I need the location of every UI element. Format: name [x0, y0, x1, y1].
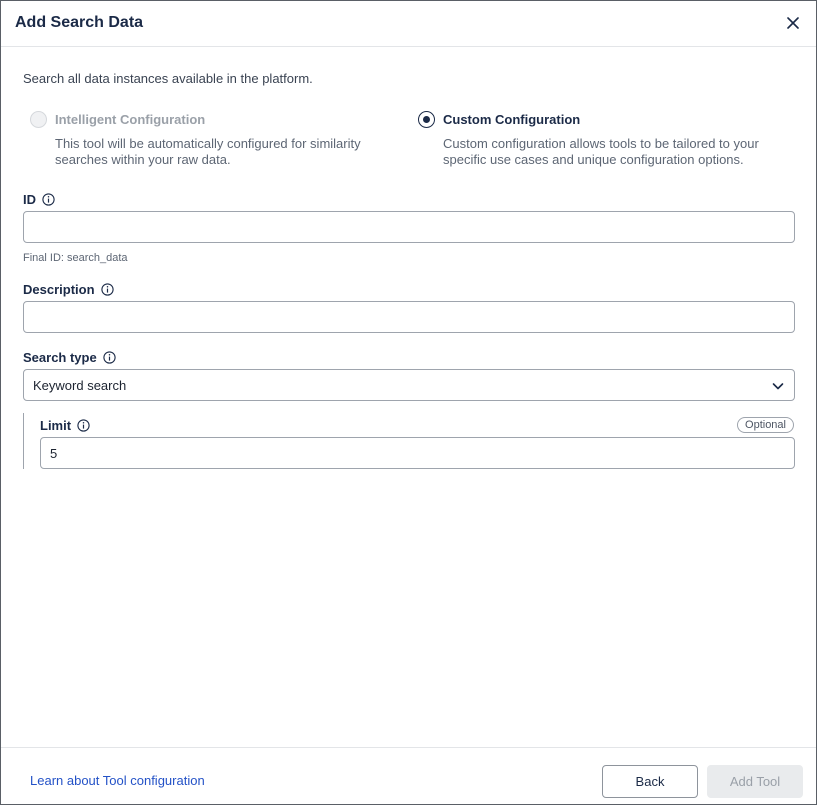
nested-section-indicator	[23, 413, 24, 469]
custom-configuration-radio[interactable]	[418, 111, 435, 128]
limit-input[interactable]	[40, 437, 795, 469]
info-icon[interactable]	[103, 351, 116, 364]
dialog-header: Add Search Data	[1, 1, 816, 47]
search-type-label-text: Search type	[23, 350, 97, 365]
optional-badge: Optional	[737, 417, 794, 433]
intelligent-configuration-description: This tool will be automatically configur…	[55, 136, 361, 167]
id-input[interactable]	[23, 211, 795, 243]
description-input[interactable]	[23, 301, 795, 333]
learn-tool-configuration-link[interactable]: Learn about Tool configuration	[30, 773, 205, 788]
description-field-label: Description	[23, 282, 114, 297]
id-field-label: ID	[23, 192, 55, 207]
back-button[interactable]: Back	[602, 765, 698, 798]
close-button[interactable]	[784, 14, 802, 32]
chevron-down-icon	[772, 383, 784, 390]
limit-field-label: Limit	[40, 418, 90, 433]
dialog-intro: Search all data instances available in t…	[23, 71, 313, 86]
add-tool-button[interactable]: Add Tool	[707, 765, 803, 798]
close-icon	[787, 17, 799, 29]
info-icon[interactable]	[77, 419, 90, 432]
custom-configuration-description: Custom configuration allows tools to be …	[443, 136, 759, 167]
description-label-text: Description	[23, 282, 95, 297]
final-id-helper: Final ID: search_data	[23, 252, 128, 264]
limit-label-text: Limit	[40, 418, 72, 433]
info-icon[interactable]	[100, 283, 114, 296]
info-icon[interactable]	[42, 193, 55, 206]
intelligent-configuration-label: Intelligent Configuration	[55, 112, 206, 127]
dialog-footer: Learn about Tool configuration Back Add …	[1, 747, 816, 804]
search-type-value: Keyword search	[33, 378, 127, 393]
search-type-field-label: Search type	[23, 350, 116, 365]
search-type-select[interactable]: Keyword search	[23, 369, 795, 401]
id-label-text: ID	[23, 192, 36, 207]
dialog-title: Add Search Data	[15, 14, 144, 31]
intelligent-configuration-radio[interactable]	[30, 111, 47, 128]
add-search-data-dialog: Add Search Data Search all data instance…	[0, 0, 817, 805]
custom-configuration-label: Custom Configuration	[443, 112, 581, 127]
